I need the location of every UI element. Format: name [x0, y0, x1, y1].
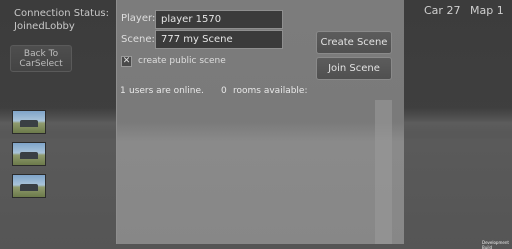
player-name-input[interactable]: player 1570 [155, 10, 283, 29]
create-scene-button[interactable]: Create Scene [316, 31, 392, 54]
scene-label: Scene: [121, 34, 155, 45]
scenery-shape [20, 184, 38, 191]
users-count: 1 [120, 86, 126, 96]
scenery-shape [20, 120, 38, 127]
development-build-label: Development Build [482, 240, 509, 249]
join-scene-button[interactable]: Join Scene [316, 57, 392, 80]
connection-status-value: JoinedLobby [14, 21, 75, 32]
map-indicator: Map 1 [470, 4, 504, 17]
map-thumbnail-3[interactable] [12, 174, 46, 198]
public-scene-label: create public scene [138, 56, 226, 66]
connection-status-label: Connection Status: [14, 8, 109, 19]
car-indicator: Car 27 [424, 4, 461, 17]
player-label: Player: [121, 13, 156, 24]
map-thumbnail-2[interactable] [12, 142, 46, 166]
rooms-count: 0 [221, 86, 227, 96]
rooms-available-text: rooms available: [233, 86, 308, 96]
back-to-carselect-button[interactable]: Back To CarSelect [10, 45, 72, 72]
scenery-shape [20, 152, 38, 159]
map-thumbnail-1[interactable] [12, 110, 46, 134]
users-online-text: users are online. [129, 86, 204, 96]
public-scene-checkbox[interactable]: ✕ [121, 56, 132, 67]
scene-name-input[interactable]: 777 my Scene [155, 30, 283, 49]
room-list-scrollbar[interactable] [375, 100, 392, 244]
